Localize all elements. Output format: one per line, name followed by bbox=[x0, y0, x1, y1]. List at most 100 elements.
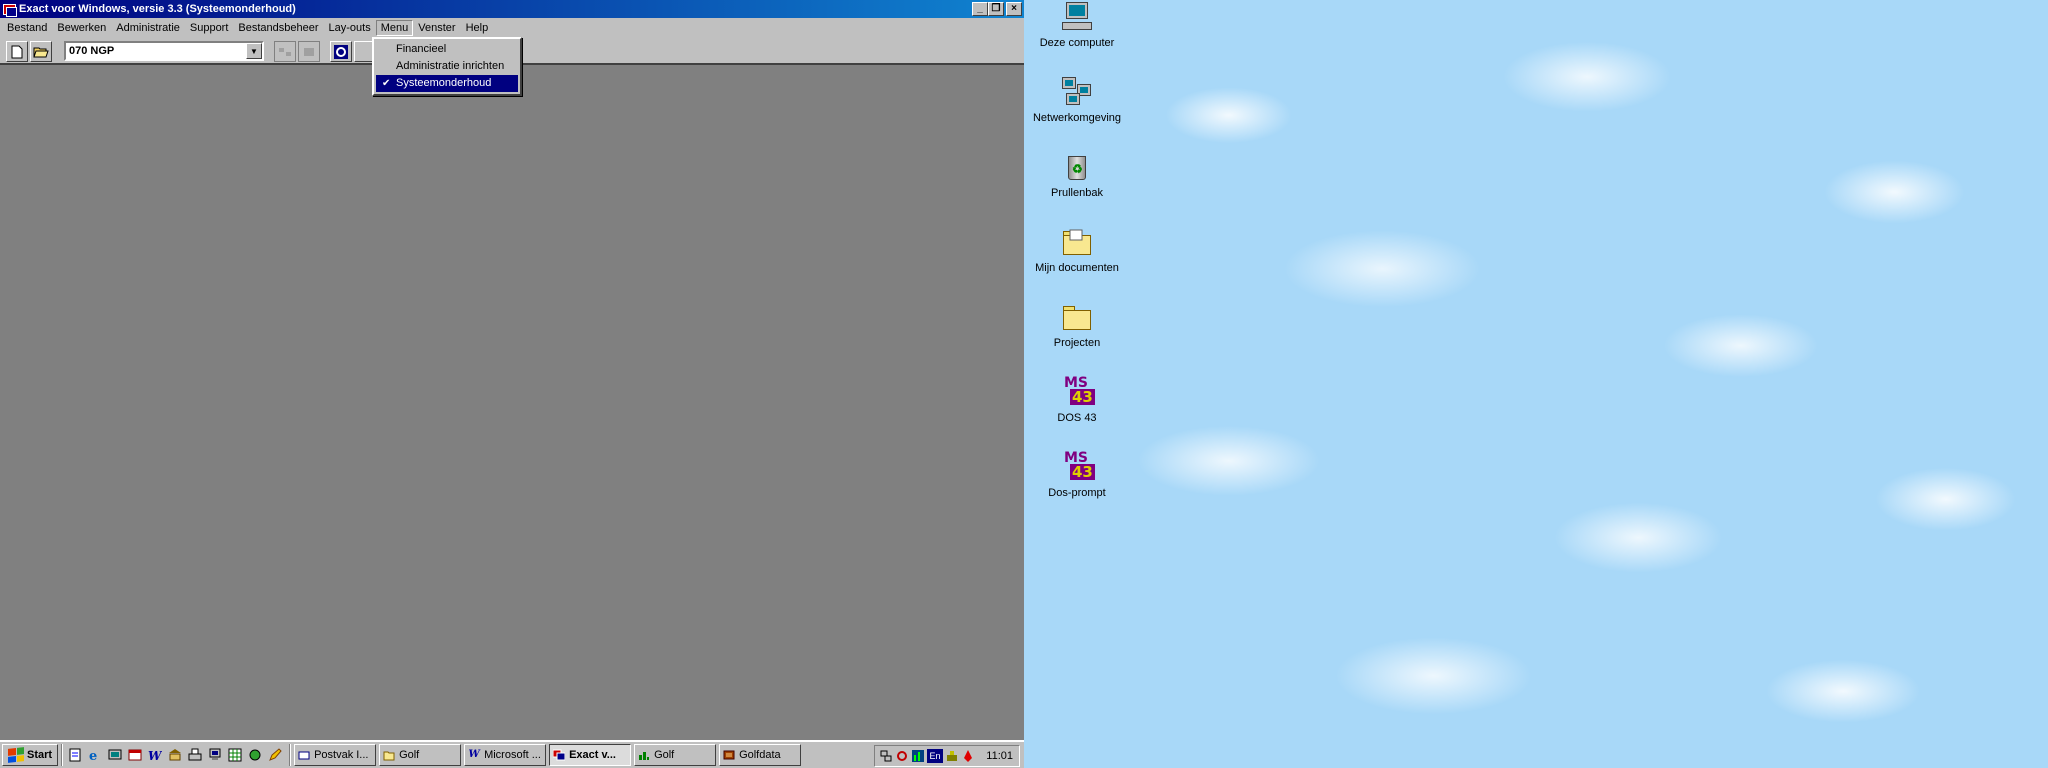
quicklaunch-tools-icon[interactable] bbox=[246, 746, 264, 764]
administration-select[interactable]: 070 NGP ▼ bbox=[64, 41, 264, 61]
desktop-icon-label: Mijn documenten bbox=[1035, 262, 1119, 274]
desktop-icon-netwerkomgeving[interactable]: Netwerkomgeving bbox=[1032, 75, 1122, 124]
desktop-icon-label: Projecten bbox=[1053, 337, 1101, 349]
administration-select-value: 070 NGP bbox=[69, 45, 115, 57]
menu-item-label: Systeemonderhoud bbox=[396, 77, 492, 89]
minimize-button[interactable]: _ bbox=[972, 2, 988, 16]
menu-item-label: Financieel bbox=[396, 43, 447, 55]
tray-network-icon[interactable] bbox=[879, 749, 893, 763]
desktop-icon-projecten[interactable]: Projecten bbox=[1032, 300, 1122, 349]
close-button[interactable]: × bbox=[1006, 2, 1022, 16]
restore-button[interactable]: ❐ bbox=[988, 2, 1004, 16]
desktop-icon-label: DOS 43 bbox=[1057, 412, 1097, 424]
quicklaunch-notepad-icon[interactable] bbox=[66, 746, 84, 764]
window-title: Exact voor Windows, versie 3.3 (Systeemo… bbox=[19, 3, 296, 15]
quicklaunch-pencil-icon[interactable] bbox=[266, 746, 284, 764]
menu-item-administratie-inrichten[interactable]: Administratie inrichten bbox=[376, 58, 518, 75]
task-button-postvak[interactable]: Postvak I... bbox=[294, 744, 377, 766]
svg-text:W: W bbox=[148, 749, 162, 762]
taskbar: Start e W Postvak I... Golf W Microsoft … bbox=[0, 740, 1024, 768]
menu-bestandsbeheer[interactable]: Bestandsbeheer bbox=[233, 20, 323, 36]
desktop-icon-label: Prullenbak bbox=[1051, 187, 1103, 199]
windows-logo-icon bbox=[8, 747, 24, 763]
folder-icon bbox=[1060, 300, 1094, 334]
inbox-icon bbox=[298, 749, 310, 761]
new-document-icon bbox=[11, 45, 23, 58]
chevron-down-icon[interactable]: ▼ bbox=[246, 43, 262, 59]
quicklaunch-word-icon[interactable]: W bbox=[146, 746, 164, 764]
exact-app-icon[interactable] bbox=[2, 2, 17, 17]
menu-item-systeemonderhoud[interactable]: ✔ Systeemonderhoud bbox=[376, 75, 518, 92]
start-button[interactable]: Start bbox=[2, 744, 59, 766]
desktop-icon-mijn-documenten[interactable]: Mijn documenten bbox=[1032, 225, 1122, 274]
menu-bewerken[interactable]: Bewerken bbox=[52, 20, 111, 36]
quicklaunch-spreadsheet-icon[interactable] bbox=[226, 746, 244, 764]
title-bar[interactable]: Exact voor Windows, versie 3.3 (Systeemo… bbox=[0, 0, 1024, 18]
menu-venster[interactable]: Venster bbox=[413, 20, 460, 36]
tray-language-indicator[interactable]: En bbox=[927, 749, 943, 763]
task-label: Golfdata bbox=[739, 749, 781, 761]
left-monitor: Exact voor Windows, versie 3.3 (Systeemo… bbox=[0, 0, 1024, 768]
toolbar-button-disabled-1[interactable] bbox=[274, 41, 296, 62]
menu-menu[interactable]: Menu bbox=[375, 19, 414, 36]
tool-disabled-icon bbox=[304, 47, 314, 56]
taskbar-separator bbox=[61, 744, 64, 766]
taskbar-separator bbox=[289, 744, 292, 766]
toolbar-button-disabled-2[interactable] bbox=[298, 41, 320, 62]
quicklaunch-desktop-icon[interactable] bbox=[106, 746, 124, 764]
folder-icon bbox=[383, 749, 395, 761]
quicklaunch-printer-icon[interactable] bbox=[186, 746, 204, 764]
menu-bestand[interactable]: Bestand bbox=[2, 20, 52, 36]
open-folder-icon bbox=[33, 47, 49, 58]
right-monitor-desktop: Deze computer Netwerkomgeving ♻ Prullenb… bbox=[1024, 0, 2048, 768]
network-disabled-icon bbox=[279, 47, 291, 56]
task-button-golf-folder[interactable]: Golf bbox=[379, 744, 462, 766]
desktop-icon-prullenbak[interactable]: ♻ Prullenbak bbox=[1032, 150, 1122, 199]
recycle-bin-icon: ♻ bbox=[1060, 150, 1094, 184]
desktop-icon-label: Dos-prompt bbox=[1048, 487, 1106, 499]
computer-icon bbox=[1060, 0, 1094, 34]
task-button-exact[interactable]: Exact v... bbox=[549, 744, 632, 766]
menu-lay-outs[interactable]: Lay-outs bbox=[324, 20, 376, 36]
task-label: Postvak I... bbox=[314, 749, 369, 761]
quicklaunch-bank-icon[interactable] bbox=[166, 746, 184, 764]
tray-clock[interactable]: 11:01 bbox=[986, 750, 1013, 762]
task-button-golf-chart[interactable]: Golf bbox=[634, 744, 717, 766]
desktop-icon-deze-computer[interactable]: Deze computer bbox=[1032, 0, 1122, 49]
tray-antivirus-icon[interactable] bbox=[961, 749, 975, 763]
new-document-button[interactable] bbox=[6, 41, 28, 62]
quicklaunch-monitor-icon[interactable] bbox=[206, 746, 224, 764]
msdos-icon: MS 43 bbox=[1064, 375, 1095, 406]
task-label: Exact v... bbox=[569, 749, 616, 761]
menu-item-label: Administratie inrichten bbox=[396, 60, 505, 72]
menu-help[interactable]: Help bbox=[461, 20, 494, 36]
exact-icon bbox=[552, 749, 566, 761]
msdos-icon: MS 43 bbox=[1064, 450, 1095, 481]
tray-tool-icon[interactable] bbox=[945, 749, 959, 763]
checkmark-icon: ✔ bbox=[382, 78, 391, 89]
desktop-icon-dos-43[interactable]: MS 43 DOS 43 bbox=[1032, 375, 1122, 424]
menu-item-financieel[interactable]: Financieel bbox=[376, 41, 518, 58]
task-label: Microsoft ... bbox=[484, 749, 541, 761]
chart-icon bbox=[638, 749, 650, 761]
exact-button[interactable] bbox=[330, 41, 352, 62]
desktop-icon-dos-prompt[interactable]: MS 43 Dos-prompt bbox=[1032, 450, 1122, 499]
desktop-icon-label: Deze computer bbox=[1039, 37, 1115, 49]
documents-folder-icon bbox=[1060, 225, 1094, 259]
open-folder-button[interactable] bbox=[30, 41, 52, 62]
task-label: Golf bbox=[399, 749, 420, 761]
quicklaunch-internet-explorer-icon[interactable]: e bbox=[86, 746, 104, 764]
tray-chart-icon[interactable] bbox=[911, 749, 925, 763]
task-button-golfdata[interactable]: Golfdata bbox=[719, 744, 802, 766]
tray-scanner-icon[interactable] bbox=[895, 749, 909, 763]
database-icon bbox=[723, 749, 735, 761]
menu-bar: Bestand Bewerken Administratie Support B… bbox=[0, 18, 1024, 37]
system-tray: En 11:01 bbox=[874, 745, 1020, 767]
menu-support[interactable]: Support bbox=[185, 20, 234, 36]
task-button-microsoft[interactable]: W Microsoft ... bbox=[464, 744, 547, 766]
menu-dropdown: Financieel Administratie inrichten ✔ Sys… bbox=[372, 37, 522, 96]
menu-administratie[interactable]: Administratie bbox=[111, 20, 185, 36]
quicklaunch-calendar-icon[interactable] bbox=[126, 746, 144, 764]
svg-text:e: e bbox=[89, 749, 97, 762]
desktop-icon-label: Netwerkomgeving bbox=[1032, 112, 1122, 124]
